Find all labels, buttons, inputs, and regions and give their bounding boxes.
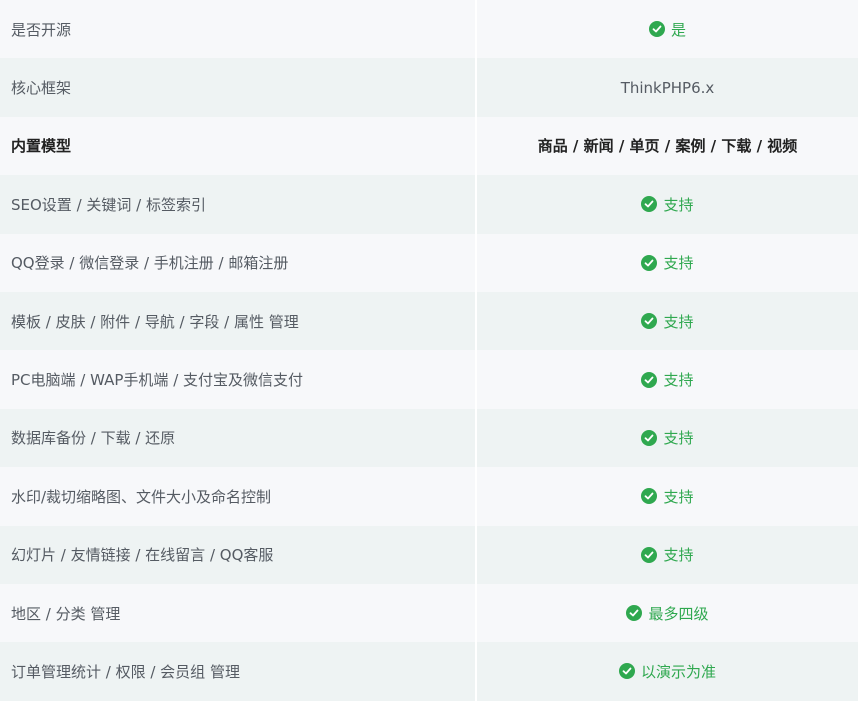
check-circle-icon: [641, 196, 658, 213]
check-circle-icon: [618, 663, 635, 680]
row-value: 支持: [663, 254, 694, 273]
row-value-cell: 支持: [477, 526, 858, 584]
row-value-cell: 支持: [477, 292, 858, 350]
row-label: 地区 / 分类 管理: [0, 583, 477, 643]
table-row: 内置模型 商品 / 新闻 / 单页 / 案例 / 下载 / 视频: [0, 116, 858, 176]
row-value-cell: 以演示为准: [477, 642, 858, 700]
table-row: 水印/裁切缩略图、文件大小及命名控制 支持: [0, 467, 858, 526]
check-circle-icon: [641, 546, 658, 563]
row-label: 内置模型: [0, 116, 477, 176]
row-value-cell: 最多四级: [477, 584, 858, 642]
row-value-cell: ThinkPHP6.x: [477, 58, 858, 116]
row-value-cell: 支持: [477, 175, 858, 233]
row-value: 支持: [663, 487, 694, 506]
row-label: 是否开源: [0, 0, 477, 59]
row-value-cell: 支持: [477, 467, 858, 525]
check-circle-icon: [641, 429, 658, 446]
table-row: 幻灯片 / 友情链接 / 在线留言 / QQ客服 支持: [0, 525, 858, 584]
table-row: 是否开源 是: [0, 0, 858, 59]
row-value-cell: 支持: [477, 234, 858, 292]
row-label: 核心框架: [0, 58, 477, 117]
table-row: PC电脑端 / WAP手机端 / 支付宝及微信支付 支持: [0, 350, 858, 409]
row-label: 模板 / 皮肤 / 附件 / 导航 / 字段 / 属性 管理: [0, 291, 477, 351]
row-value: 支持: [663, 546, 694, 565]
row-value-cell: 是: [477, 0, 858, 58]
row-label: PC电脑端 / WAP手机端 / 支付宝及微信支付: [0, 350, 477, 409]
row-label: SEO设置 / 关键词 / 标签索引: [0, 175, 477, 234]
row-value-cell: 支持: [477, 350, 858, 408]
feature-table: 是否开源 是 核心框架 ThinkPHP6.x 内置模型 商品 / 新闻 / 单…: [0, 0, 858, 701]
row-value: ThinkPHP6.x: [620, 78, 715, 97]
table-row: 数据库备份 / 下载 / 还原 支持: [0, 408, 858, 468]
row-label: 幻灯片 / 友情链接 / 在线留言 / QQ客服: [0, 525, 477, 584]
table-row: SEO设置 / 关键词 / 标签索引 支持: [0, 175, 858, 234]
row-value: 支持: [663, 371, 694, 390]
row-value-cell: 商品 / 新闻 / 单页 / 案例 / 下载 / 视频: [477, 117, 858, 175]
check-circle-icon: [641, 371, 658, 388]
check-circle-icon: [641, 313, 658, 330]
row-value: 最多四级: [648, 604, 709, 623]
check-circle-icon: [626, 605, 643, 622]
check-circle-icon: [641, 254, 658, 271]
row-value: 支持: [663, 195, 694, 214]
row-label: QQ登录 / 微信登录 / 手机注册 / 邮箱注册: [0, 233, 477, 292]
check-circle-icon: [641, 488, 658, 505]
table-row: 地区 / 分类 管理 最多四级: [0, 583, 858, 643]
row-value-cell: 支持: [477, 409, 858, 467]
table-row: QQ登录 / 微信登录 / 手机注册 / 邮箱注册 支持: [0, 233, 858, 292]
table-row: 模板 / 皮肤 / 附件 / 导航 / 字段 / 属性 管理 支持: [0, 291, 858, 351]
row-label: 订单管理统计 / 权限 / 会员组 管理: [0, 642, 477, 701]
row-label: 水印/裁切缩略图、文件大小及命名控制: [0, 467, 477, 526]
table-row: 订单管理统计 / 权限 / 会员组 管理 以演示为准: [0, 642, 858, 701]
row-value: 是: [670, 20, 686, 39]
row-value: 支持: [663, 312, 694, 331]
row-value: 以演示为准: [640, 662, 716, 681]
table-row: 核心框架 ThinkPHP6.x: [0, 58, 858, 117]
row-value: 支持: [663, 429, 694, 448]
check-circle-icon: [648, 21, 665, 38]
row-label: 数据库备份 / 下载 / 还原: [0, 408, 477, 468]
row-value: 商品 / 新闻 / 单页 / 案例 / 下载 / 视频: [537, 137, 798, 156]
